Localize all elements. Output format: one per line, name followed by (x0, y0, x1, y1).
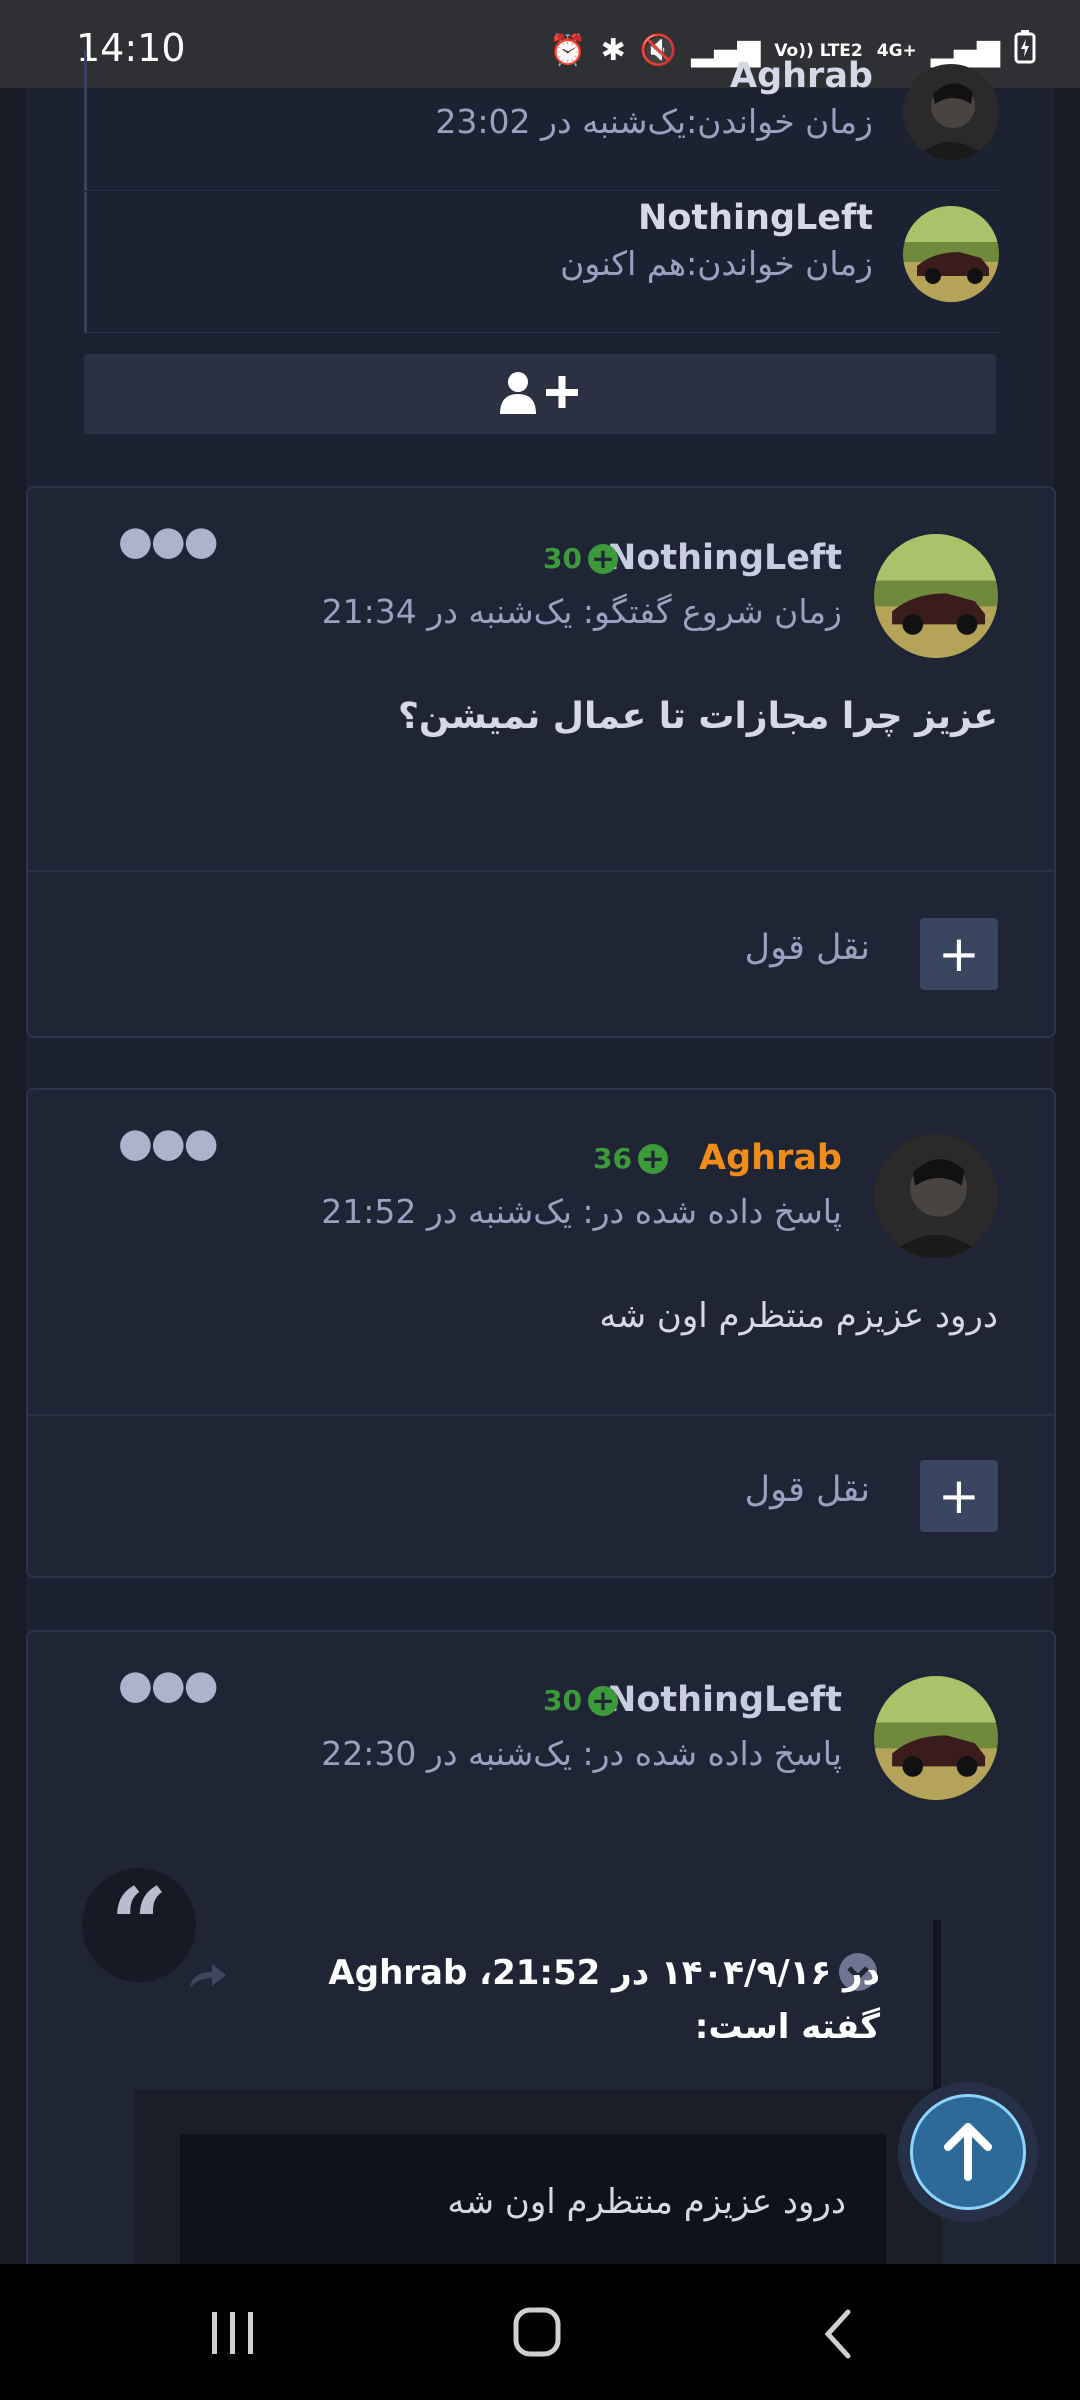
post-card: NothingLeft 30 + زمان شروع گفتگو: یک‌شنب… (26, 486, 1056, 1038)
post-meta: زمان شروع گفتگو: یک‌شنبه در 21:34 (321, 592, 842, 631)
avatar[interactable] (874, 1134, 998, 1258)
reader-time: زمان خواندن:هم اکنون (560, 244, 873, 283)
share-icon[interactable] (188, 1960, 228, 1994)
avatar[interactable] (874, 1676, 998, 1800)
back-icon[interactable] (820, 2308, 854, 2364)
scroll-to-top-button[interactable] (898, 2082, 1038, 2222)
username[interactable]: NothingLeft (607, 538, 842, 578)
reputation-badge: 30 + (543, 1684, 618, 1717)
plus-icon: + (638, 1143, 668, 1174)
more-options-icon[interactable]: ●●● (118, 518, 219, 564)
more-options-icon[interactable]: ●●● (118, 1120, 219, 1166)
quote-add-button[interactable]: + (920, 918, 998, 990)
reputation-count: 30 (543, 1684, 582, 1717)
reader-name[interactable]: NothingLeft (638, 198, 873, 238)
plus-icon: + (588, 543, 618, 574)
username[interactable]: Aghrab (699, 1138, 842, 1178)
post-meta: پاسخ داده شده در: یک‌شنبه در 22:30 (321, 1734, 842, 1773)
reputation-count: 30 (543, 542, 582, 575)
recent-apps-icon[interactable] (208, 2310, 258, 2360)
reputation-count: 36 (593, 1142, 632, 1175)
add-user-icon (500, 370, 580, 418)
reader-name[interactable]: Aghrab (730, 56, 873, 96)
divider (28, 870, 1054, 872)
svg-text:“: “ (110, 1868, 168, 1982)
reputation-badge: 30 + (543, 542, 618, 575)
avatar[interactable] (874, 534, 998, 658)
post-card: Aghrab 36 + پاسخ داده شده در: یک‌شنبه در… (26, 1088, 1056, 1578)
post-body: درود عزیزم منتظرم اون شه (599, 1296, 998, 1336)
post-meta: پاسخ داده شده در: یک‌شنبه در 21:52 (321, 1192, 842, 1231)
battery-icon (1014, 30, 1036, 72)
divider (28, 1414, 1054, 1416)
quote-text: درود عزیزم منتظرم اون شه (447, 2182, 846, 2222)
avatar[interactable] (903, 206, 999, 302)
reader-time: زمان خواندن:یک‌شنبه در 23:02 (435, 102, 873, 141)
quote-label[interactable]: نقل قول (745, 1470, 870, 1510)
username[interactable]: NothingLeft (607, 1680, 842, 1720)
reader-row[interactable]: Aghrab زمان خواندن:یک‌شنبه در 23:02 (84, 50, 999, 191)
avatar[interactable] (903, 64, 999, 160)
post-body: عزیز چرا مجازات تا عمال نمیشن؟ (397, 696, 998, 737)
reader-row[interactable]: NothingLeft زمان خواندن:هم اکنون (84, 192, 999, 333)
add-reader-button[interactable] (84, 354, 996, 434)
reputation-badge: 36 + (593, 1142, 668, 1175)
quote-header: در ۱۴۰۴/۹/۱۶ در 21:52، Aghrab گفته است: (328, 1953, 880, 2047)
home-icon[interactable] (512, 2306, 562, 2362)
plus-icon: + (588, 1685, 618, 1716)
more-options-icon[interactable]: ●●● (118, 1662, 219, 1708)
quote-label[interactable]: نقل قول (745, 928, 870, 968)
quote-mark-icon: “ (82, 1866, 196, 1984)
arrow-up-icon (910, 2094, 1026, 2210)
navigation-bar (0, 2264, 1080, 2400)
quote-add-button[interactable]: + (920, 1460, 998, 1532)
